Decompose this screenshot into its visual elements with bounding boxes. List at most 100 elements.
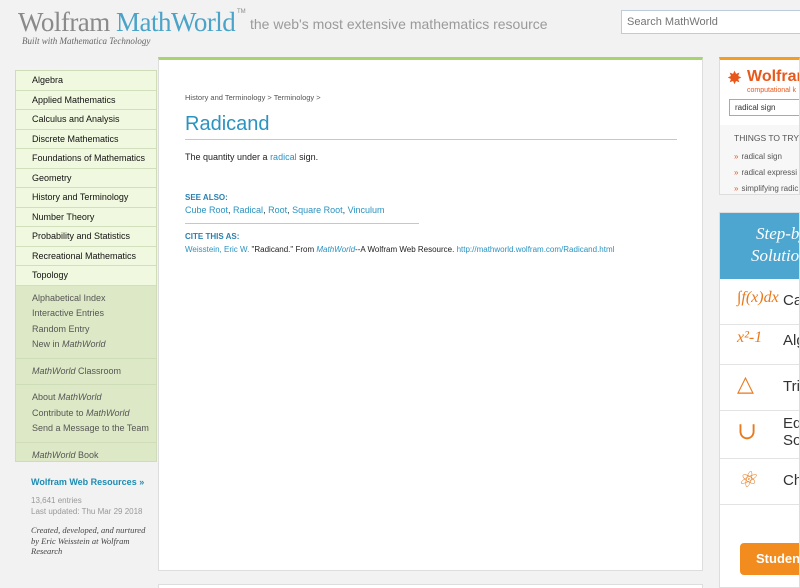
entry-count: 13,641 entries	[31, 496, 82, 505]
nav-mathworld-name: MathWorld	[86, 407, 130, 418]
nav-mathworld-classroom[interactable]: MathWorld Classroom	[16, 364, 156, 380]
nav-book-group: MathWorld Book	[16, 443, 156, 469]
see-also-vinculum[interactable]: Vinculum	[348, 205, 385, 215]
see-also-root[interactable]: Root	[268, 205, 287, 215]
title-divider	[185, 139, 677, 140]
nav-mathworld-book[interactable]: MathWorld Book	[16, 448, 156, 464]
nav-topic-history-and-terminology[interactable]: History and Terminology	[16, 188, 156, 208]
breadcrumb[interactable]: History and Terminology > Terminology >	[185, 93, 321, 102]
nav-about-text: About	[32, 392, 59, 402]
bullet-icon: »	[734, 152, 739, 161]
step-by-step-header[interactable]: Step-by Solutio	[720, 213, 800, 279]
nav-alphabetical-index[interactable]: Alphabetical Index	[16, 291, 156, 307]
search-input[interactable]	[621, 10, 800, 34]
wolfram-logo[interactable]: Wolfram	[18, 7, 110, 38]
nav-mathworld-name: MathWorld	[32, 365, 76, 376]
left-navigation: Algebra Applied Mathematics Calculus and…	[15, 70, 157, 462]
bullet-icon: »	[734, 168, 739, 177]
wolfram-star-icon: ✸	[727, 68, 743, 88]
try-suggestion-text: radical expressi	[741, 168, 798, 177]
wolfram-alpha-title[interactable]: Wolfram	[747, 68, 799, 86]
nav-topic-algebra[interactable]: Algebra	[16, 71, 156, 91]
wolfram-alpha-subtitle: computational k	[747, 87, 797, 94]
nav-topic-foundations-of-mathematics[interactable]: Foundations of Mathematics	[16, 149, 156, 169]
main-content: History and Terminology > Terminology > …	[158, 57, 703, 571]
cite-mathworld-link[interactable]: MathWorld	[316, 245, 355, 254]
integral-icon: ∫f(x)dx	[737, 289, 779, 306]
try-suggestion-text: simplifying radic	[741, 184, 799, 193]
try-suggestion[interactable]: » radical expressi	[734, 168, 797, 177]
nav-topic-recreational-mathematics[interactable]: Recreational Mathematics	[16, 246, 156, 266]
header: Wolfram MathWorld TM the web's most exte…	[0, 0, 800, 50]
parabola-icon: ∪	[737, 419, 758, 445]
step-heading-2: Solutio	[751, 246, 800, 265]
nav-topic-discrete-mathematics[interactable]: Discrete Mathematics	[16, 129, 156, 149]
nav-contribute-text: Contribute to	[32, 407, 87, 418]
nav-topic-number-theory[interactable]: Number Theory	[16, 207, 156, 227]
step-row-algebra[interactable]: x²-1 Alge	[720, 319, 799, 365]
nav-topic-probability-and-statistics[interactable]: Probability and Statistics	[16, 227, 156, 247]
trademark-mark: TM	[237, 9, 246, 15]
nav-mathworld-name: MathWorld	[58, 392, 102, 402]
nav-contribute[interactable]: Contribute to MathWorld	[16, 406, 156, 422]
nav-classroom-text: Classroom	[75, 365, 122, 376]
step-by-step-widget: Step-by Solutio ∫f(x)dx Calc x²-1 Alge △…	[719, 212, 800, 588]
step-label: Calc	[783, 292, 799, 309]
see-also-heading: SEE ALSO:	[185, 193, 228, 202]
credit-note: Created, developed, and nurtured by Eric…	[31, 525, 146, 556]
cite-url-link[interactable]: http://mathworld.wolfram.com/Radicand.ht…	[457, 245, 615, 254]
nav-interactive-entries[interactable]: Interactive Entries	[16, 306, 156, 322]
nav-classroom-group: MathWorld Classroom	[16, 359, 156, 385]
site-tagline: the web's most extensive mathematics res…	[250, 16, 548, 32]
built-with-note: Built with Mathematica Technology	[22, 36, 151, 46]
step-label: Che	[783, 472, 799, 489]
polynomial-icon: x²-1	[737, 329, 763, 346]
nav-random-entry[interactable]: Random Entry	[16, 322, 156, 338]
see-also-cube-root[interactable]: Cube Root	[185, 205, 228, 215]
triangle-icon: △	[737, 371, 754, 396]
step-heading-1: Step-by	[756, 224, 800, 243]
try-suggestion[interactable]: » radical sign	[734, 152, 782, 161]
see-also-radical[interactable]: Radical	[233, 205, 263, 215]
see-also-square-root[interactable]: Square Root	[292, 205, 343, 215]
cite-heading: CITE THIS AS:	[185, 232, 240, 241]
nav-send-message[interactable]: Send a Message to the Team	[16, 421, 156, 437]
see-also-list: Cube Root, Radical, Root, Square Root, V…	[185, 205, 385, 215]
cite-title: "Radicand." From	[249, 245, 317, 254]
nav-about-group: About MathWorld Contribute to MathWorld …	[16, 385, 156, 443]
page-title: Radicand	[185, 113, 270, 135]
nav-mathworld-name: MathWorld	[32, 449, 76, 460]
try-suggestion-text: radical sign	[741, 152, 782, 161]
see-also-divider	[185, 223, 419, 224]
things-to-try-heading: THINGS TO TRY	[734, 133, 800, 143]
wolfram-web-resources-link[interactable]: Wolfram Web Resources »	[31, 477, 144, 487]
footer-panel	[158, 584, 703, 588]
nav-new-in-mathworld[interactable]: New in MathWorld	[16, 337, 156, 353]
step-label: Alge	[783, 332, 799, 349]
step-row-equations[interactable]: ∪ Equ Sol	[720, 411, 799, 459]
last-updated: Last updated: Thu Mar 29 2018	[31, 507, 143, 516]
nav-topic-applied-mathematics[interactable]: Applied Mathematics	[16, 90, 156, 110]
radical-link[interactable]: radical	[270, 152, 297, 162]
nav-browse-group: Alphabetical Index Interactive Entries R…	[16, 286, 156, 359]
nav-topic-calculus-and-analysis[interactable]: Calculus and Analysis	[16, 110, 156, 130]
wolfram-alpha-input[interactable]: radical sign	[729, 99, 799, 116]
nav-topic-geometry[interactable]: Geometry	[16, 168, 156, 188]
bullet-icon: »	[734, 184, 739, 193]
nav-book-text: Book	[75, 449, 99, 460]
step-label-2: Sol	[783, 432, 799, 449]
cite-author-link[interactable]: Weisstein, Eric W.	[185, 245, 249, 254]
wolfram-alpha-widget: ✸ Wolfram computational k radical sign T…	[719, 57, 800, 195]
students-button[interactable]: Student	[740, 543, 799, 575]
nav-about-mathworld[interactable]: About MathWorld	[16, 390, 156, 406]
mathworld-logo[interactable]: MathWorld	[116, 7, 236, 38]
nav-new-in-text: New in	[32, 339, 63, 349]
cite-source: --A Wolfram Web Resource.	[355, 245, 457, 254]
atom-icon: ⚛	[737, 467, 757, 492]
definition-post: sign.	[296, 152, 319, 162]
nav-mathworld-name: MathWorld	[62, 339, 106, 349]
step-row-chemistry[interactable]: ⚛ Che	[720, 459, 799, 505]
nav-topic-topology[interactable]: Topology	[16, 266, 156, 286]
step-row-trigonometry[interactable]: △ Trig	[720, 365, 799, 411]
try-suggestion[interactable]: » simplifying radic	[734, 184, 798, 193]
